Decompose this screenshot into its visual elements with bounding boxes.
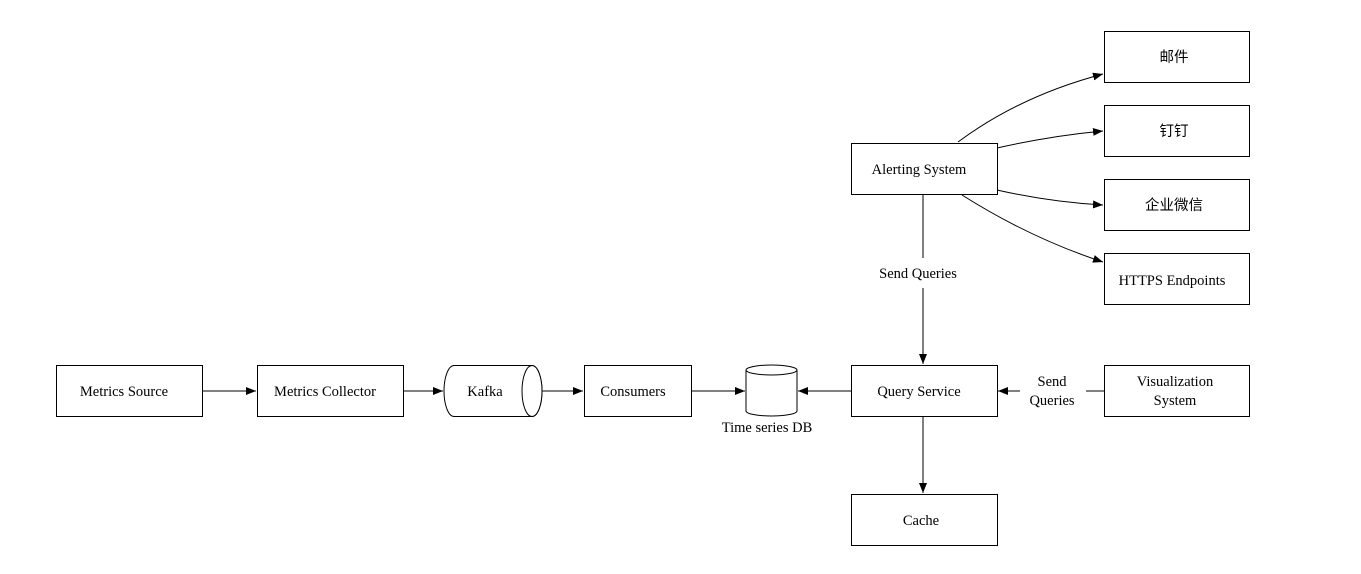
edge-alert-wecom [996,189,1104,209]
node-label: Query Service [877,384,960,400]
node-time-series-db[interactable]: Time series DB [722,364,813,436]
node-label: HTTPS Endpoints [1119,273,1226,289]
node-label: Alerting System [872,162,967,178]
edges: Send Queries Send Queries [202,72,1104,493]
node-https-endpoints[interactable]: HTTPS Endpoints [1104,253,1250,305]
node-dingtalk[interactable]: 钉钉 [1104,105,1250,157]
node-label-line1: Visualization [1137,374,1214,390]
edge-alert-dingtalk [996,127,1104,149]
node-alerting-system[interactable]: Alerting System [851,143,998,195]
node-label: 邮件 [1160,49,1189,66]
node-label: Metrics Source [80,384,168,400]
node-label: Time series DB [722,420,813,436]
node-metrics-collector[interactable]: Metrics Collector [257,365,404,417]
node-kafka[interactable]: Kafka [443,365,543,417]
node-label: Consumers [600,384,666,400]
edge-alert-https [961,194,1104,263]
node-label: Kafka [467,384,503,400]
edge-alert-email [957,72,1104,143]
vis-query-label-line2: Queries [1029,393,1074,409]
node-label: Cache [903,513,939,529]
node-label: 钉钉 [1160,123,1189,140]
node-query-service[interactable]: Query Service [851,365,998,417]
node-visualization-system[interactable]: Visualization System [1104,365,1250,417]
node-cache[interactable]: Cache [851,494,998,546]
node-consumers[interactable]: Consumers [584,365,692,417]
node-wecom[interactable]: 企业微信 [1104,179,1250,231]
alert-query-label: Send Queries [879,266,957,282]
node-label: Metrics Collector [274,384,376,400]
node-email[interactable]: 邮件 [1104,31,1250,83]
metrics-architecture-diagram: Send Queries Send Queries Metrics Source… [56,31,1250,546]
node-label-line2: System [1154,393,1197,409]
vis-query-label-line1: Send [1038,374,1068,390]
node-metrics-source[interactable]: Metrics Source [56,365,203,417]
node-label: 企业微信 [1145,196,1203,214]
